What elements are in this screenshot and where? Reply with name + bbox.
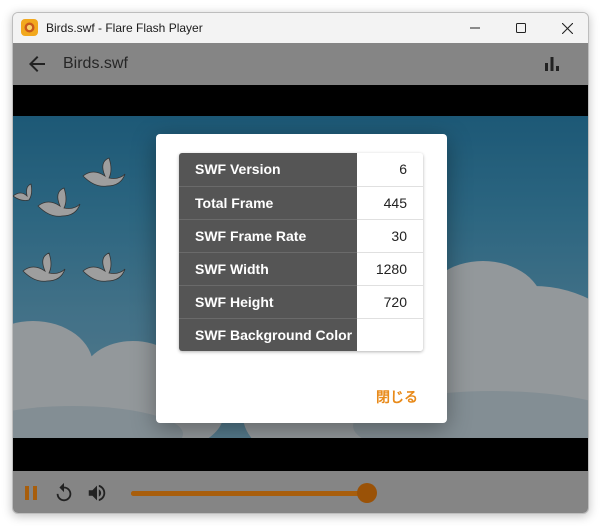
flare-app-icon — [21, 19, 38, 36]
info-value: 1280 — [357, 252, 423, 286]
swf-info-dialog: SWF Version 6 Total Frame 445 SWF Frame … — [156, 134, 447, 423]
table-row: SWF Frame Rate 30 — [179, 219, 423, 253]
close-dialog-button[interactable]: 閉じる — [376, 387, 418, 407]
info-key: SWF Height — [179, 285, 357, 319]
close-window-button[interactable] — [544, 13, 588, 43]
arrow-left-icon[interactable] — [25, 52, 49, 76]
app-window: Birds.swf - Flare Flash Player Birds.swf — [12, 12, 589, 514]
playback-controls — [13, 471, 588, 513]
close-icon — [561, 22, 573, 34]
info-key: Total Frame — [179, 186, 357, 220]
info-value: 30 — [357, 219, 423, 253]
table-row: Total Frame 445 — [179, 186, 423, 220]
table-row: SWF Width 1280 — [179, 252, 423, 286]
minimize-button[interactable] — [452, 13, 498, 43]
swf-info-table: SWF Version 6 Total Frame 445 SWF Frame … — [179, 153, 423, 351]
info-key: SWF Frame Rate — [179, 219, 357, 253]
volume-slider[interactable] — [131, 483, 377, 503]
app-header: Birds.swf — [13, 43, 588, 85]
table-row: SWF Height 720 — [179, 285, 423, 319]
info-value — [357, 318, 423, 351]
volume-icon[interactable] — [86, 482, 108, 504]
info-value: 720 — [357, 285, 423, 319]
bar-chart-icon[interactable] — [541, 53, 563, 75]
maximize-icon — [516, 23, 526, 33]
info-key: SWF Background Color — [179, 318, 357, 351]
window-title: Birds.swf - Flare Flash Player — [46, 21, 203, 35]
volume-slider-thumb[interactable] — [356, 483, 377, 503]
info-value: 6 — [357, 153, 423, 187]
info-key: SWF Width — [179, 252, 357, 286]
volume-slider-fill — [131, 491, 367, 496]
table-row: SWF Version 6 — [179, 153, 423, 187]
pause-icon[interactable] — [20, 482, 42, 504]
title-bar: Birds.swf - Flare Flash Player — [13, 13, 588, 43]
minimize-icon — [470, 27, 480, 29]
file-title: Birds.swf — [63, 55, 128, 72]
maximize-button[interactable] — [498, 13, 544, 43]
info-key: SWF Version — [179, 153, 357, 187]
table-row: SWF Background Color — [179, 318, 423, 351]
info-value: 445 — [357, 186, 423, 220]
replay-icon[interactable] — [53, 482, 75, 504]
